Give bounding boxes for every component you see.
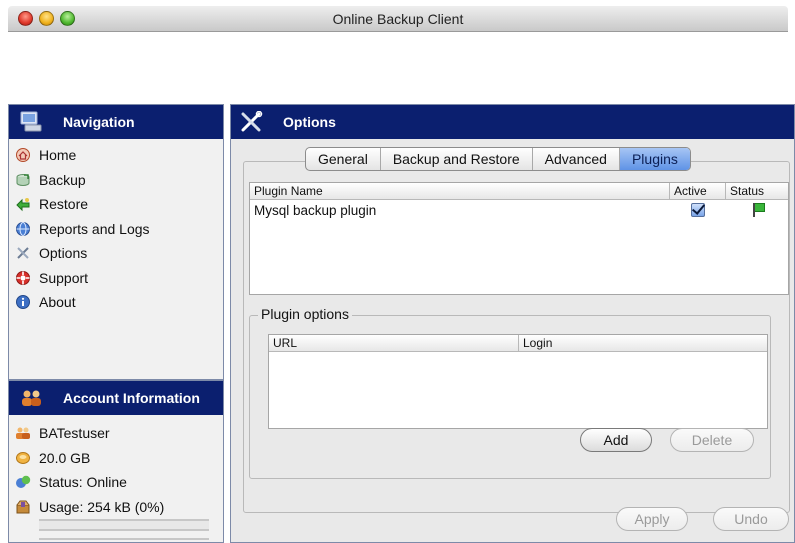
nav-item-restore[interactable]: Restore (15, 192, 223, 217)
storage-icon (15, 450, 31, 466)
nav-item-home[interactable]: Home (15, 143, 223, 168)
nav-item-label: Restore (39, 196, 89, 213)
navigation-title: Navigation (63, 114, 135, 130)
column-header-plugin-name[interactable]: Plugin Name (250, 183, 670, 199)
nav-item-reports-and-logs[interactable]: Reports and Logs (15, 217, 223, 242)
column-header-status[interactable]: Status (726, 183, 788, 199)
restore-icon (15, 196, 31, 212)
options-title: Options (283, 114, 336, 130)
window-titlebar: Online Backup Client (8, 6, 788, 32)
column-header-login[interactable]: Login (519, 335, 767, 351)
user-icon (15, 425, 31, 441)
online-status-icon (15, 474, 31, 490)
column-header-url[interactable]: URL (269, 335, 519, 351)
undo-button[interactable]: Undo (713, 507, 789, 531)
account-quota: 20.0 GB (15, 446, 223, 471)
nav-item-label: About (39, 294, 76, 311)
plugin-name-cell: Mysql backup plugin (254, 202, 377, 218)
nav-item-backup[interactable]: Backup (15, 168, 223, 193)
users-icon (19, 387, 45, 409)
options-icon (15, 245, 31, 261)
navigation-header: Navigation (9, 105, 223, 139)
delete-button[interactable]: Delete (670, 428, 754, 452)
tab-backup-and-restore[interactable]: Backup and Restore (381, 148, 533, 170)
add-button[interactable]: Add (580, 428, 652, 452)
nav-item-label: Options (39, 245, 88, 262)
backup-icon (15, 172, 31, 188)
account-usage-label: Usage: 254 kB (0%) (39, 498, 165, 515)
home-icon (15, 147, 31, 163)
tab-plugins[interactable]: Plugins (619, 148, 690, 170)
plugin-active-checkbox[interactable] (691, 203, 705, 217)
nav-item-label: Home (39, 147, 77, 164)
tab-general[interactable]: General (306, 148, 381, 170)
apply-button[interactable]: Apply (616, 507, 688, 531)
nav-item-support[interactable]: Support (15, 266, 223, 291)
plugin-table: Plugin Name Active Status Mysql backup p… (249, 182, 789, 295)
account-user-label: BATestuser (39, 425, 110, 442)
navigation-panel: Navigation Home Backup Restore Reports a… (8, 104, 224, 380)
nav-item-about[interactable]: About (15, 290, 223, 315)
tab-advanced[interactable]: Advanced (533, 148, 620, 170)
account-info-title: Account Information (63, 390, 200, 406)
window-title: Online Backup Client (332, 11, 464, 27)
nav-item-label: Reports and Logs (39, 220, 150, 237)
usage-icon (15, 499, 31, 515)
options-tabs: General Backup and Restore Advanced Plug… (305, 147, 691, 171)
reports-icon (15, 221, 31, 237)
support-icon (15, 270, 31, 286)
plugin-options-group: Plugin options URL Login (249, 306, 771, 479)
about-icon (15, 294, 31, 310)
account-info-header: Account Information (9, 381, 223, 415)
plugin-status-cell (726, 203, 788, 217)
usage-progress-bar (39, 519, 209, 531)
nav-item-label: Support (39, 269, 89, 286)
column-header-active[interactable]: Active (670, 183, 726, 199)
plugin-table-header: Plugin Name Active Status (250, 183, 788, 200)
nav-item-options[interactable]: Options (15, 241, 223, 266)
account-quota-label: 20.0 GB (39, 449, 91, 466)
plugin-options-legend: Plugin options (258, 306, 352, 322)
green-flag-icon (750, 203, 765, 217)
plugin-options-table-header: URL Login (269, 335, 767, 352)
plugin-active-cell (670, 203, 726, 217)
usage-divider (39, 538, 209, 540)
tools-icon (239, 110, 265, 133)
account-info-panel: Account Information BATestuser 20.0 GB S… (8, 380, 224, 543)
plugin-options-table: URL Login (268, 334, 768, 429)
account-user: BATestuser (15, 421, 223, 446)
nav-item-label: Backup (39, 171, 86, 188)
options-header: Options (231, 105, 794, 139)
computer-icon (19, 111, 45, 133)
options-panel: Options General Backup and Restore Advan… (230, 104, 795, 543)
account-status-label: Status: Online (39, 474, 127, 491)
account-status: Status: Online (15, 470, 223, 495)
account-usage: Usage: 254 kB (0%) (15, 495, 223, 520)
table-row[interactable]: Mysql backup plugin (250, 200, 788, 220)
